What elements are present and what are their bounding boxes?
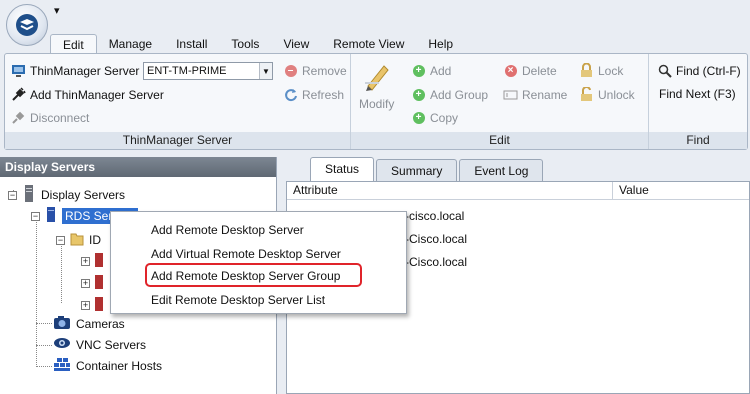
delete-icon: × — [503, 63, 518, 78]
pencil-icon — [362, 60, 392, 95]
panel-header: Display Servers — [0, 157, 276, 177]
plug-icon — [11, 87, 26, 102]
grid-row-value: -cisco.local — [405, 209, 465, 223]
group-edit: Modify + Add + Add Group + Copy × Delete — [351, 54, 649, 149]
collapse-icon[interactable]: − — [8, 190, 17, 200]
chevron-down-icon[interactable]: ▼ — [259, 63, 272, 79]
column-value[interactable]: Value — [613, 182, 649, 199]
tree-connector — [36, 366, 52, 367]
tree-node-display-servers[interactable]: − Display Servers — [8, 185, 125, 205]
tab-help[interactable]: Help — [416, 34, 465, 53]
server-icon — [11, 63, 26, 78]
expand-icon[interactable]: + — [81, 257, 90, 266]
tree-node-server[interactable]: + — [81, 297, 103, 314]
tree-connector — [36, 323, 52, 324]
rename-button[interactable]: Rename — [503, 87, 567, 102]
server-tower-icon — [22, 185, 36, 205]
eye-icon — [53, 336, 71, 353]
context-menu: Add Remote Desktop Server Add Virtual Re… — [110, 211, 407, 314]
tab-event-log[interactable]: Event Log — [459, 159, 544, 181]
search-icon — [657, 63, 672, 78]
tab-remote-view[interactable]: Remote View — [321, 34, 416, 53]
add-group-button[interactable]: + Add Group — [411, 87, 488, 102]
group-thinmanager-server: ThinManager Server ENT-TM-PRIME ▼ – Remo… — [5, 54, 351, 149]
tab-manage[interactable]: Manage — [97, 34, 164, 53]
server-icon — [95, 297, 103, 314]
unlock-icon — [579, 87, 594, 102]
expand-icon[interactable]: + — [81, 279, 90, 288]
quick-access-dropdown[interactable]: ▾ — [54, 4, 60, 17]
expand-icon[interactable]: + — [81, 301, 90, 310]
find-next-button[interactable]: Find Next (F3) — [659, 87, 736, 101]
lock-icon — [579, 63, 594, 78]
group-label: ThinManager Server — [5, 132, 350, 149]
thinmanager-server-label: ThinManager Server — [11, 63, 139, 78]
menu-item-add-remote-desktop-server-group[interactable]: Add Remote Desktop Server Group — [151, 269, 340, 283]
tab-tools[interactable]: Tools — [219, 34, 271, 53]
disconnect-button[interactable]: Disconnect — [11, 110, 89, 125]
ribbon: ThinManager Server ENT-TM-PRIME ▼ – Remo… — [4, 53, 748, 150]
ribbon-tabs: Edit Manage Install Tools View Remote Vi… — [50, 34, 465, 53]
thinmanager-window: ▾ Edit Manage Install Tools View Remote … — [0, 0, 750, 394]
thinmanager-server-select[interactable]: ENT-TM-PRIME ▼ — [143, 62, 273, 80]
grid-row-value: -Cisco.local — [405, 232, 468, 246]
server-icon — [95, 253, 103, 270]
refresh-button[interactable]: Refresh — [283, 87, 344, 102]
lock-button[interactable]: Lock — [579, 63, 623, 78]
tab-summary[interactable]: Summary — [376, 159, 458, 181]
grid-header: Attribute Value — [287, 182, 749, 200]
tree-node-server[interactable]: + — [81, 253, 103, 270]
tree-node-container-hosts[interactable]: Container Hosts — [53, 357, 162, 375]
tab-status[interactable]: Status — [310, 157, 375, 181]
menu-item-add-virtual-remote-desktop-server[interactable]: Add Virtual Remote Desktop Server — [151, 247, 341, 261]
remove-button[interactable]: – Remove — [283, 63, 347, 78]
group-label: Find — [649, 132, 747, 149]
unlock-button[interactable]: Unlock — [579, 87, 635, 102]
collapse-icon[interactable]: − — [56, 235, 65, 245]
details-tabs: Status Summary Event Log — [283, 157, 544, 181]
find-button[interactable]: Find (Ctrl-F) — [657, 63, 741, 78]
refresh-icon — [283, 87, 298, 102]
group-label: Edit — [351, 132, 648, 149]
tree-connector — [36, 345, 52, 346]
column-attribute[interactable]: Attribute — [287, 182, 613, 199]
copy-button[interactable]: + Copy — [411, 110, 458, 125]
grid-row-value: -Cisco.local — [405, 255, 468, 269]
tree-node-server[interactable]: + — [81, 275, 103, 292]
thinmanager-logo-icon — [16, 14, 38, 36]
menu-item-edit-remote-desktop-server-list[interactable]: Edit Remote Desktop Server List — [151, 293, 325, 307]
add-icon: + — [411, 63, 426, 78]
tree-connector — [61, 243, 62, 303]
tab-view[interactable]: View — [271, 34, 321, 53]
collapse-icon[interactable]: − — [31, 211, 40, 221]
menu-item-add-remote-desktop-server[interactable]: Add Remote Desktop Server — [151, 223, 304, 237]
add-icon: + — [411, 87, 426, 102]
add-icon: + — [411, 110, 426, 125]
rename-icon — [503, 87, 518, 102]
add-thinmanager-server-button[interactable]: Add ThinManager Server — [11, 87, 164, 102]
modify-button[interactable]: Modify — [359, 60, 394, 111]
tree-node-cameras[interactable]: Cameras — [53, 315, 125, 333]
application-menu-button[interactable] — [6, 4, 48, 46]
group-find: Find (Ctrl-F) Find Next (F3) Find — [649, 54, 747, 149]
delete-button[interactable]: × Delete — [503, 63, 557, 78]
tree-node-vnc-servers[interactable]: VNC Servers — [53, 336, 146, 353]
add-button[interactable]: + Add — [411, 63, 451, 78]
rds-server-icon — [45, 207, 57, 225]
tree-node-id[interactable]: − ID — [56, 231, 101, 249]
server-icon — [95, 275, 103, 292]
remove-icon: – — [283, 63, 298, 78]
tab-edit[interactable]: Edit — [50, 34, 97, 53]
camera-icon — [53, 315, 71, 333]
unplug-icon — [11, 110, 26, 125]
tab-install[interactable]: Install — [164, 34, 219, 53]
container-icon — [53, 357, 71, 375]
folder-icon — [70, 231, 84, 249]
